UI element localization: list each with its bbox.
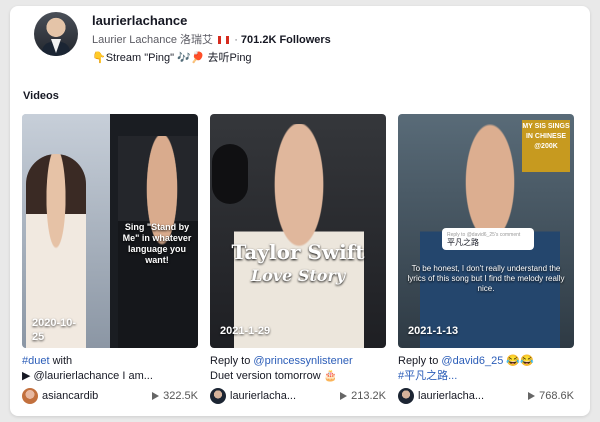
video-date: 2021-1-13: [408, 325, 459, 337]
video-date: 2020-10- 25: [32, 316, 92, 344]
mention-link[interactable]: @david6_25: [441, 355, 503, 367]
profile-header: laurierlachance Laurier Lachance 洛瑞艾 · 7…: [34, 12, 331, 66]
author-name[interactable]: laurierlacha...: [230, 388, 340, 404]
views-count: 213.2K: [340, 388, 386, 404]
video-card[interactable]: Taylor Swift Love Story 2021-1-29 Reply …: [210, 114, 386, 404]
desc-text: 😂😂: [503, 355, 534, 367]
profile-bio: 👇Stream "Ping" 🎶🏓 去听Ping: [92, 52, 252, 64]
thumbnail-overlay-subtitle: Love Story: [250, 266, 346, 285]
video-meta: laurierlacha... 213.2K: [210, 388, 386, 404]
desc-text: Reply to: [210, 355, 254, 367]
followers-count: 701.2K Followers: [240, 34, 331, 46]
thumbnail-overlay-text: Sing "Stand by Me" in whatever language …: [122, 222, 192, 265]
hashtag-link[interactable]: #duet: [22, 355, 50, 367]
canada-flag-icon: [218, 36, 230, 45]
play-icon: [340, 392, 348, 400]
video-date: 2021-1-29: [220, 325, 271, 337]
profile-display-name: Laurier Lachance 洛瑞艾: [92, 34, 214, 46]
videos-section-title: Videos: [23, 90, 59, 102]
video-card[interactable]: Sing "Stand by Me" in whatever language …: [22, 114, 198, 404]
thumbnail-overlay-title: Taylor Swift: [231, 240, 365, 264]
video-thumbnail[interactable]: Taylor Swift Love Story 2021-1-29: [210, 114, 386, 348]
views-value: 322.5K: [163, 390, 198, 402]
views-value: 768.6K: [539, 390, 574, 402]
author-avatar[interactable]: [22, 388, 38, 404]
desc-text: Reply to: [398, 355, 442, 367]
video-description: #duet with ▶ @laurierlachance I am...: [22, 354, 198, 384]
video-date-line2: 25: [32, 331, 45, 343]
desc-text: Duet version tomorrow 🎂: [210, 370, 338, 382]
video-date-line1: 2020-10-: [32, 317, 77, 329]
author-avatar[interactable]: [210, 388, 226, 404]
desc-text: I am...: [119, 370, 153, 382]
views-value: 213.2K: [351, 390, 386, 402]
thumbnail-tag: MY SIS SINGS IN CHINESE @200K: [522, 120, 570, 172]
profile-card: laurierlachance Laurier Lachance 洛瑞艾 · 7…: [10, 6, 590, 416]
video-card[interactable]: MY SIS SINGS IN CHINESE @200K Reply to @…: [398, 114, 574, 404]
profile-subline: Laurier Lachance 洛瑞艾 · 701.2K Followers: [92, 32, 331, 48]
play-icon: [152, 392, 160, 400]
views-count: 322.5K: [152, 388, 198, 404]
thumbnail-quote: To be honest, I don't really understand …: [407, 264, 565, 293]
videos-row: Sing "Stand by Me" in whatever language …: [22, 114, 574, 404]
separator: ·: [234, 34, 238, 46]
reply-comment-card: Reply to @david6_25's comment 平凡之路: [442, 228, 534, 250]
hashtag-link[interactable]: #平凡之路...: [398, 370, 457, 382]
video-thumbnail[interactable]: Sing "Stand by Me" in whatever language …: [22, 114, 198, 348]
reply-card-text: 平凡之路: [447, 238, 479, 247]
author-name[interactable]: laurierlacha...: [418, 388, 528, 404]
mention-link[interactable]: @princessynlistener: [253, 355, 352, 367]
thumbnail-person: [234, 124, 364, 348]
profile-info: laurierlachance Laurier Lachance 洛瑞艾 · 7…: [92, 12, 331, 66]
profile-avatar[interactable]: [34, 12, 78, 56]
author-avatar[interactable]: [398, 388, 414, 404]
video-meta: laurierlacha... 768.6K: [398, 388, 574, 404]
video-thumbnail[interactable]: MY SIS SINGS IN CHINESE @200K Reply to @…: [398, 114, 574, 348]
profile-username[interactable]: laurierlachance: [92, 12, 331, 30]
play-icon: [528, 392, 536, 400]
desc-text: with: [49, 355, 73, 367]
mention-link[interactable]: ▶ @laurierlachance: [22, 370, 119, 382]
author-name[interactable]: asiancardib: [42, 388, 152, 404]
video-description: Reply to @princessynlistener Duet versio…: [210, 354, 386, 384]
video-meta: asiancardib 322.5K: [22, 388, 198, 404]
video-description: Reply to @david6_25 😂😂 #平凡之路...: [398, 354, 574, 384]
views-count: 768.6K: [528, 388, 574, 404]
